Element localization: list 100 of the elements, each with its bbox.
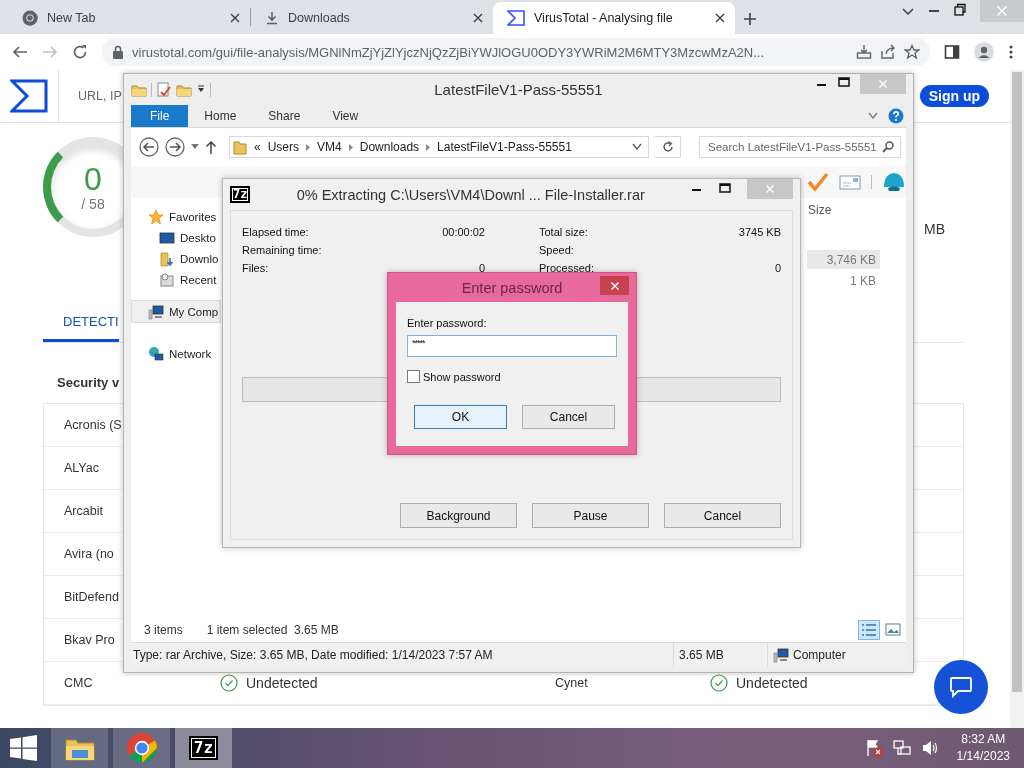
- sign-up-button[interactable]: Sign up: [919, 85, 989, 107]
- dialog-button[interactable]: Cancel: [522, 405, 615, 429]
- star-icon[interactable]: [904, 44, 920, 60]
- chat-button[interactable]: [934, 660, 988, 714]
- search-icon: [882, 141, 894, 153]
- engine-name: Acronis (S: [64, 418, 123, 432]
- nav-item[interactable]: My Comp: [131, 300, 221, 323]
- browser-tab[interactable]: VirusTotal - Analysing file: [493, 2, 735, 34]
- breadcrumb-item[interactable]: Downloads: [359, 140, 420, 154]
- nav-item[interactable]: Downlo: [131, 248, 221, 269]
- browser-tab[interactable]: New Tab: [8, 2, 250, 34]
- nav-item[interactable]: Favorites: [131, 206, 221, 227]
- ribbon-tab[interactable]: Home: [188, 105, 253, 127]
- chevron-down-icon[interactable]: [632, 143, 642, 151]
- menu-icon[interactable]: [1008, 44, 1014, 60]
- speech-bubble-icon: [949, 676, 973, 698]
- stat-value: 0: [774, 262, 781, 274]
- breadcrumb-item[interactable]: LatestFileV1-Pass-55551: [437, 140, 572, 154]
- result-text: Undetected: [736, 675, 808, 691]
- close-icon: [609, 280, 620, 291]
- dialog-title: Enter password: [460, 279, 564, 296]
- check-circle-icon: [710, 674, 728, 692]
- engine-name: Avira (no: [64, 547, 115, 561]
- back-icon[interactable]: [139, 137, 159, 157]
- chevron-right-icon: [348, 143, 353, 151]
- window-title: LatestFileV1-Pass-55551: [433, 81, 604, 98]
- side-panel-icon[interactable]: [944, 44, 960, 60]
- properties-icon[interactable]: [156, 81, 172, 98]
- help-icon[interactable]: [888, 108, 904, 124]
- nav-item[interactable]: Deskto: [131, 227, 221, 248]
- item-count: 3 items: [144, 622, 183, 637]
- refresh-button[interactable]: [655, 136, 681, 158]
- search-placeholder[interactable]: URL, IP: [78, 89, 122, 103]
- field-label: Enter password:: [407, 317, 488, 329]
- download-icon[interactable]: [856, 44, 872, 60]
- close-icon[interactable]: [715, 13, 725, 23]
- forward-icon[interactable]: [165, 137, 185, 157]
- chevron-down-icon[interactable]: [868, 112, 878, 120]
- back-icon[interactable]: [12, 44, 28, 60]
- close-icon[interactable]: [230, 13, 240, 23]
- sigma-logo-icon[interactable]: [10, 79, 48, 113]
- nav-item[interactable]: Recent: [131, 269, 221, 290]
- location-text: Computer: [793, 648, 846, 662]
- file-size-text: MB: [924, 221, 945, 237]
- ribbon-tab[interactable]: View: [316, 105, 375, 127]
- speaker-icon[interactable]: [920, 739, 939, 757]
- share-icon[interactable]: [880, 44, 896, 60]
- check-icon[interactable]: [807, 172, 829, 192]
- profile-avatar-icon[interactable]: [974, 42, 994, 62]
- column-header[interactable]: Size: [808, 203, 832, 217]
- selection-info: 1 item selected 3.65 MB: [206, 622, 339, 637]
- file-size-cell[interactable]: 3,746 KB: [807, 250, 880, 269]
- breadcrumb-item[interactable]: «: [254, 140, 261, 154]
- computer-icon: [773, 647, 789, 663]
- close-icon: [765, 184, 775, 194]
- folder-icon: [233, 139, 247, 155]
- dialog-button[interactable]: Cancel: [664, 503, 781, 528]
- ribbon-tab[interactable]: Share: [252, 105, 317, 127]
- engine-total: / 58: [81, 196, 105, 212]
- download-icon: [265, 11, 279, 25]
- dialog-button[interactable]: Pause: [532, 503, 649, 528]
- detection-count: 0: [84, 162, 102, 196]
- network-icon[interactable]: [892, 739, 911, 757]
- address-field[interactable]: « Users VM4 Downloads LatestFileV1-Pass-55551: [229, 136, 649, 158]
- up-arrow-icon[interactable]: [205, 140, 217, 154]
- star-icon: [148, 208, 164, 225]
- engine-name: CMC: [64, 676, 94, 690]
- result-text: Undetected: [246, 675, 318, 691]
- dialog-button[interactable]: Background: [400, 503, 517, 528]
- scroll-thumb[interactable]: [1012, 72, 1022, 692]
- refresh-icon: [661, 141, 674, 153]
- taskbar-app[interactable]: [51, 728, 108, 768]
- address-bar[interactable]: virustotal.com/gui/file-analysis/MGNlNmZjYjZlYjczNjQzZjBiYWJlOGU0ODY3YWRiM2M6MTY3MzcwMzA2N...: [102, 38, 930, 66]
- flag-icon[interactable]: [864, 739, 883, 757]
- ribbon-tab[interactable]: File: [131, 105, 189, 127]
- breadcrumb-item[interactable]: VM4: [317, 140, 342, 154]
- password-field[interactable]: *****: [407, 335, 617, 357]
- dialog-button[interactable]: OK: [414, 405, 507, 429]
- plus-icon[interactable]: [743, 12, 757, 26]
- checkbox-label: Show password: [423, 370, 501, 383]
- file-size-cell[interactable]: 1 KB: [807, 271, 880, 290]
- breadcrumb-item[interactable]: Users: [267, 140, 300, 154]
- taskbar-app[interactable]: 7z: [175, 728, 232, 768]
- stat-label: Processed:: [539, 262, 595, 274]
- chevron-right-icon: [306, 143, 311, 151]
- search-field[interactable]: Search LatestFileV1-Pass-55551: [699, 136, 901, 158]
- checkbox[interactable]: [407, 370, 420, 383]
- nav-item[interactable]: Network: [131, 343, 221, 364]
- clock-date[interactable]: 1/14/2023: [956, 748, 1010, 765]
- detection-tab[interactable]: DETECTI: [43, 301, 119, 342]
- stat-label: Speed:: [539, 244, 574, 256]
- browser-tab[interactable]: Downloads: [251, 2, 493, 34]
- windows-start-icon[interactable]: [10, 735, 37, 761]
- reload-icon[interactable]: [72, 44, 88, 60]
- taskbar-app[interactable]: [113, 728, 170, 768]
- details-view-icon[interactable]: [858, 619, 880, 640]
- engine-name: Cynet: [555, 676, 589, 690]
- close-icon[interactable]: [473, 13, 483, 23]
- clock-time[interactable]: 8:32 AM: [961, 731, 1006, 748]
- close-button[interactable]: [600, 276, 629, 295]
